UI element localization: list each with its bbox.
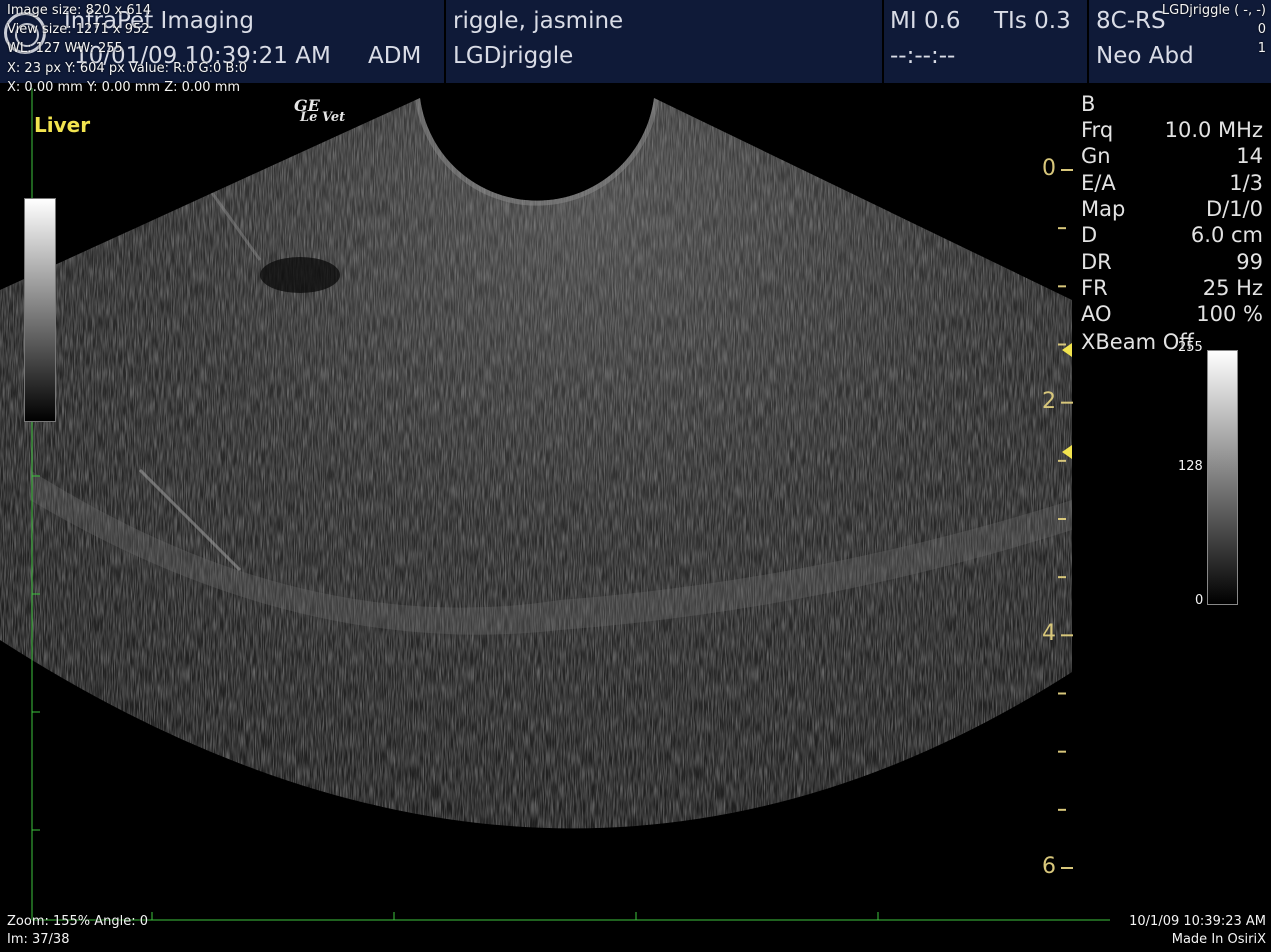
probe-name: 8C-RS — [1096, 8, 1166, 34]
header-patient-panel: riggle, jasmine LGDjriggle — [446, 0, 882, 83]
colorbar-min: 0 — [1195, 593, 1204, 608]
image-index: Im: 37/38 — [7, 932, 70, 947]
header-index-panel: MI 0.6 TIs 0.3 --:--:-- — [884, 0, 1087, 83]
view-size: View size: 1271 x 952 — [7, 22, 150, 37]
param-value: D/1/0 — [1205, 196, 1263, 221]
le-vet-logo: Le Vet — [300, 110, 346, 125]
patient-corner: LGDjriggle ( -, -) — [1161, 3, 1266, 18]
param-mode: B — [1081, 92, 1096, 116]
preset-name: Neo Abd — [1096, 43, 1194, 69]
param-key: AO — [1081, 302, 1112, 327]
param-value: 1/3 — [1229, 170, 1263, 195]
image-label: Liver — [34, 113, 91, 137]
window-level: WL: 127 WW: 255 — [7, 41, 123, 56]
param-value: 100 % — [1196, 302, 1263, 327]
param-key: Gn — [1081, 144, 1111, 169]
viewer-stage[interactable]: InfraPet Imaging 10/01/09 10:39:21 AM AD… — [0, 0, 1271, 952]
corner-index-0: 0 — [1257, 22, 1266, 37]
thermal-index: TIs 0.3 — [994, 8, 1071, 34]
param-key: Frq — [1081, 118, 1114, 142]
param-value: 99 — [1236, 249, 1263, 274]
study-datetime: 10/1/09 10:39:23 AM — [1129, 914, 1266, 929]
mm-info: X: 0.00 mm Y: 0.00 mm Z: 0.00 mm — [7, 80, 241, 95]
param-key: DR — [1081, 249, 1112, 274]
colorbar-max: 255 — [1178, 340, 1203, 355]
made-in-osirix: Made In OsiriX — [1171, 932, 1266, 947]
param-value: 14 — [1236, 144, 1263, 169]
patient-name: riggle, jasmine — [453, 8, 624, 34]
timer: --:--:-- — [890, 43, 956, 69]
corner-index-1: 1 — [1257, 41, 1266, 56]
image-size: Image size: 820 x 614 — [7, 3, 152, 18]
operator: ADM — [368, 43, 422, 69]
param-key: D — [1081, 223, 1098, 248]
pixel-info: X: 23 px Y: 604 px Value: R:0 G:0 B:0 — [7, 61, 247, 76]
param-key: Map — [1081, 196, 1126, 221]
colorbar-mid: 128 — [1178, 459, 1203, 474]
mechanical-index: MI 0.6 — [890, 8, 961, 34]
ultrasound-image[interactable] — [0, 0, 1271, 952]
grey-map-bar — [24, 198, 56, 422]
colorbar — [1207, 350, 1238, 605]
zoom-info: Zoom: 155% Angle: 0 — [7, 914, 149, 929]
param-value: 25 Hz — [1202, 275, 1263, 300]
depth-label: 6 — [1042, 854, 1056, 879]
patient-id: LGDjriggle — [453, 43, 574, 69]
param-value: 6.0 cm — [1190, 223, 1263, 248]
param-key: E/A — [1081, 170, 1116, 195]
param-key: FR — [1081, 275, 1108, 300]
param-value: 10.0 MHz — [1164, 118, 1263, 142]
depth-label: 4 — [1042, 621, 1056, 647]
depth-label: 2 — [1042, 388, 1056, 414]
depth-label: 0 — [1042, 156, 1056, 181]
param-xbeam: XBeam Off — [1081, 330, 1194, 354]
